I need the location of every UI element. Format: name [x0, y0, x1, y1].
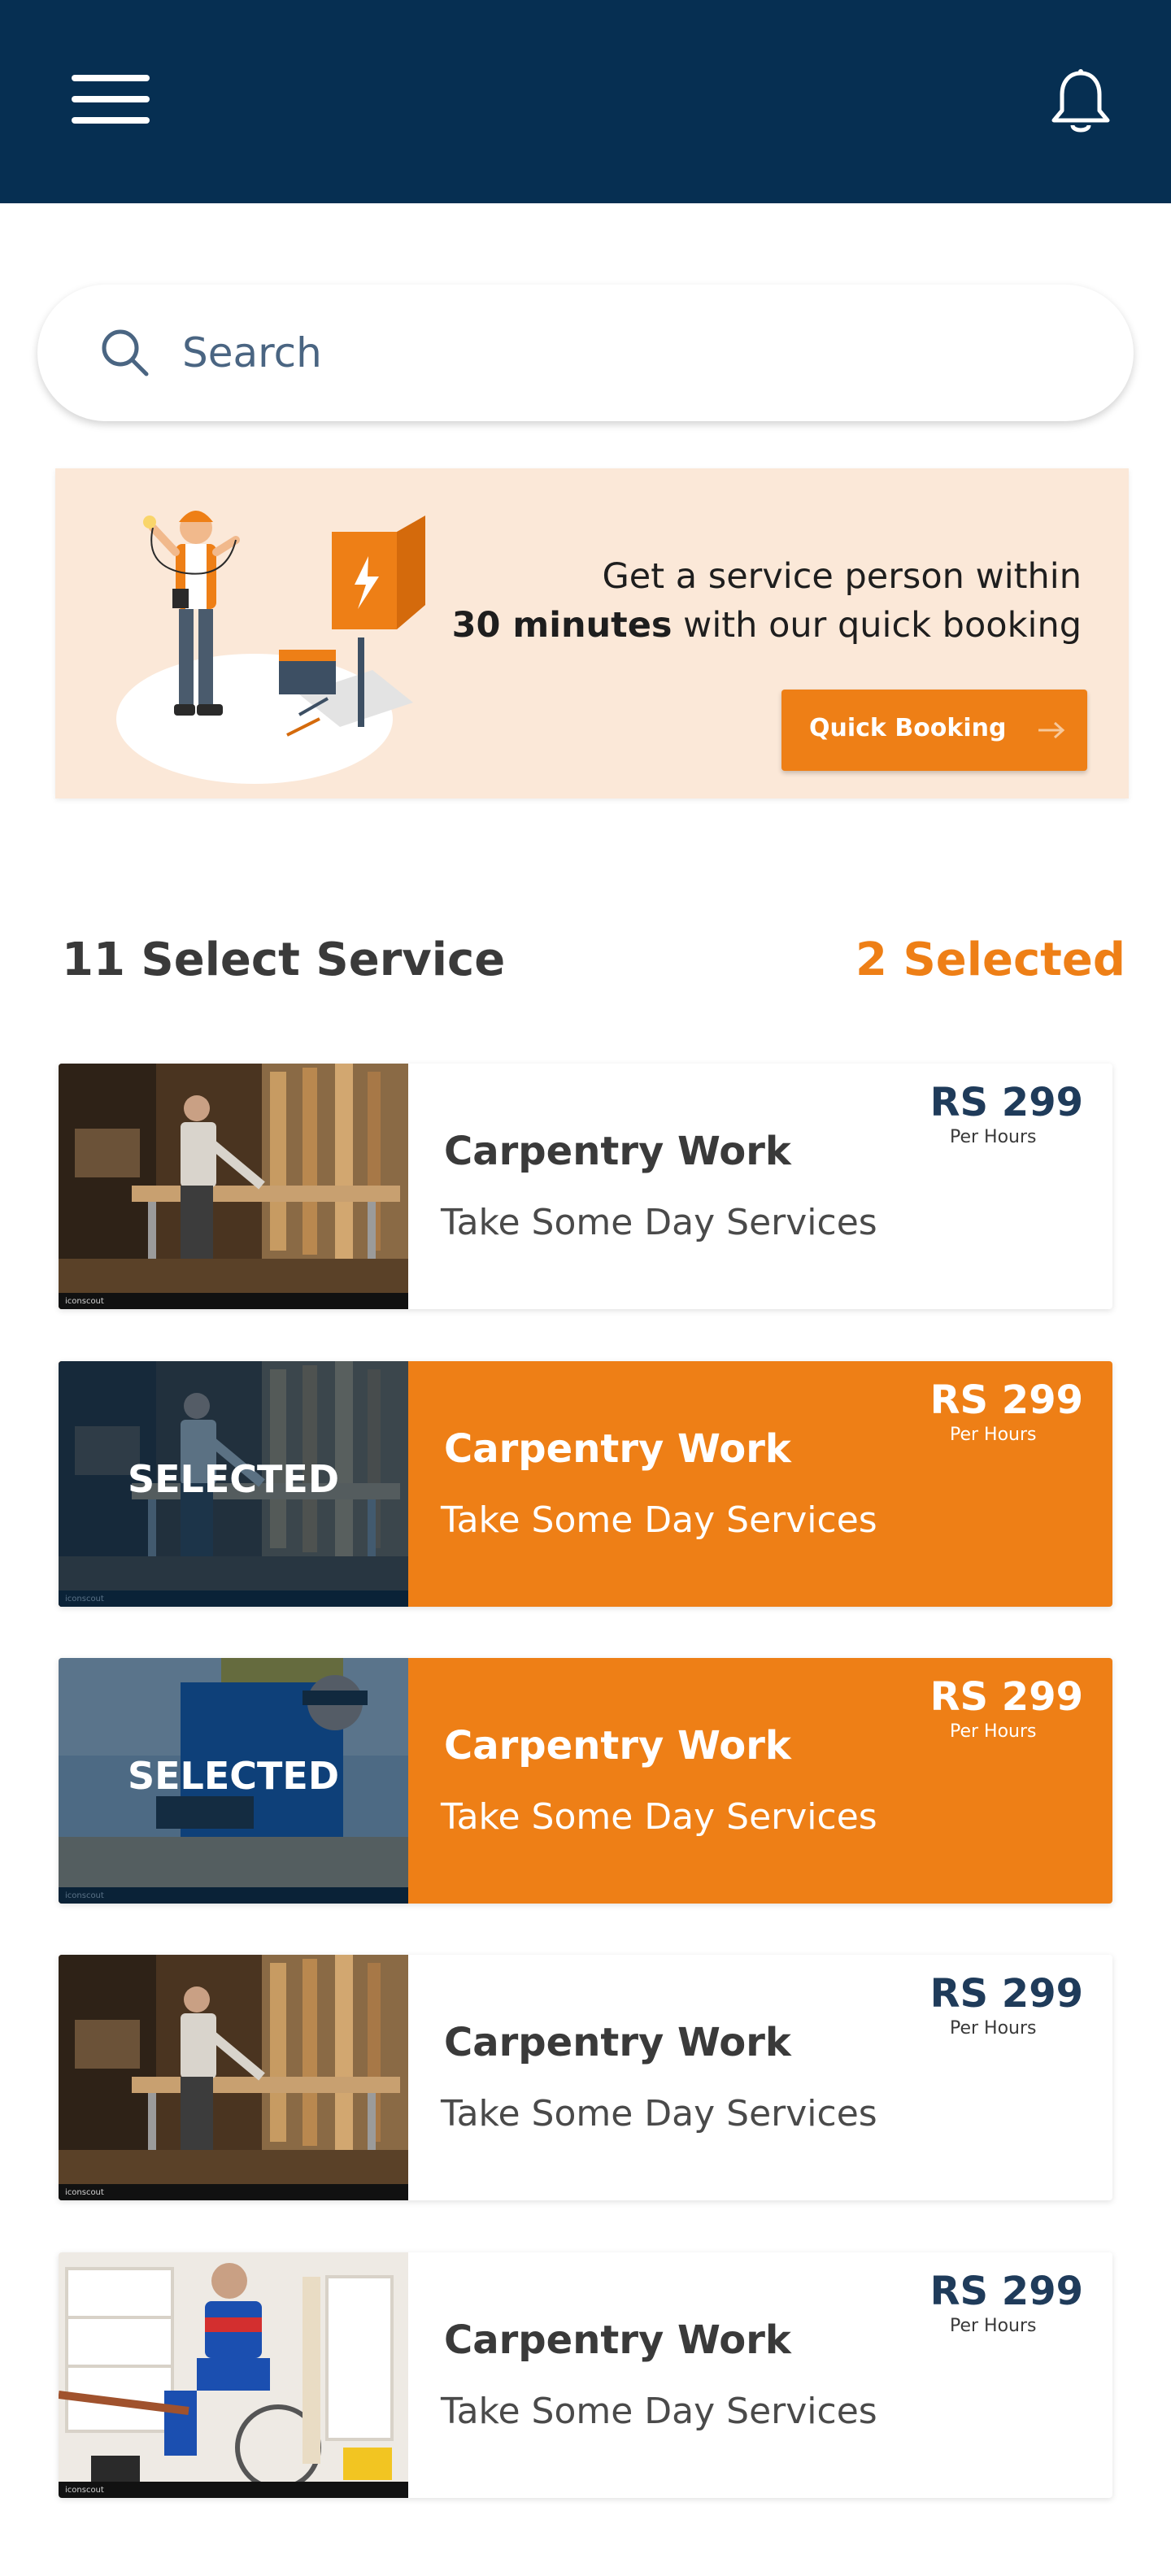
selected-count[interactable]: 2 Selected — [855, 933, 1125, 986]
service-title: Carpentry Work — [444, 2317, 791, 2363]
thumbnail-watermark: iconscout — [65, 1297, 104, 1306]
service-thumbnail: iconscout — [59, 1955, 408, 2200]
service-card[interactable]: iconscoutSELECTED Carpentry Work Take Some… — [59, 1361, 1112, 1607]
price-unit: Per Hours — [950, 1127, 1037, 1147]
service-subtitle: Take Some Day Services — [441, 1796, 877, 1838]
service-title: Carpentry Work — [444, 1426, 791, 1472]
quick-booking-button[interactable]: Quick Booking — [781, 690, 1087, 771]
thumbnail-watermark: iconscout — [65, 2486, 104, 2495]
service-subtitle: Take Some Day Services — [441, 2093, 877, 2134]
electrician-illustration — [104, 483, 462, 792]
quick-booking-label: Quick Booking — [809, 714, 1007, 742]
service-title: Carpentry Work — [444, 2020, 791, 2065]
selected-label: SELECTED — [127, 1457, 340, 1501]
service-card[interactable]: iconscout Carpentry Work Take Some Day Ser… — [59, 1064, 1112, 1309]
quick-booking-banner: Get a service person within 30 minutes w… — [55, 468, 1129, 798]
service-price: RS 299 — [929, 1971, 1083, 2017]
search-icon — [99, 327, 151, 379]
service-subtitle: Take Some Day Services — [441, 1202, 877, 1243]
service-thumbnail: iconscout — [59, 2252, 408, 2498]
banner-line-1: Get a service person within — [602, 556, 1082, 597]
arrow-right-icon — [1037, 719, 1066, 742]
search-input[interactable] — [182, 317, 1077, 389]
service-price: RS 299 — [929, 1674, 1083, 1720]
search-bar[interactable] — [37, 285, 1134, 421]
banner-highlight: 30 minutes — [451, 605, 673, 646]
service-thumbnail: iconscoutSELECTED — [59, 1658, 408, 1904]
service-card[interactable]: iconscout Carpentry Work Take Some Day Ser… — [59, 1955, 1112, 2200]
service-price: RS 299 — [929, 1080, 1083, 1125]
service-title: Carpentry Work — [444, 1129, 791, 1174]
bell-icon[interactable] — [1049, 67, 1112, 137]
service-title: Carpentry Work — [444, 1723, 791, 1769]
price-unit: Per Hours — [950, 2018, 1037, 2039]
service-thumbnail: iconscoutSELECTED — [59, 1361, 408, 1607]
service-subtitle: Take Some Day Services — [441, 1499, 877, 1541]
banner-line-2: 30 minutes with our quick booking — [452, 605, 1082, 646]
service-card[interactable]: iconscout Carpentry Work Take Some Day Ser… — [59, 2252, 1112, 2498]
service-thumbnail: iconscout — [59, 1064, 408, 1309]
service-price: RS 299 — [929, 1377, 1083, 1423]
service-price: RS 299 — [929, 2269, 1083, 2314]
hamburger-menu-icon[interactable] — [72, 75, 150, 124]
price-unit: Per Hours — [950, 1721, 1037, 1742]
service-subtitle: Take Some Day Services — [441, 2391, 877, 2432]
banner-line-2-rest: with our quick booking — [672, 605, 1082, 646]
thumbnail-watermark: iconscout — [65, 2188, 104, 2197]
service-card[interactable]: iconscoutSELECTED Carpentry Work Take Some… — [59, 1658, 1112, 1904]
services-count-title: 11 Select Service — [62, 933, 506, 986]
top-app-bar — [0, 0, 1171, 203]
price-unit: Per Hours — [950, 1425, 1037, 1445]
selected-label: SELECTED — [127, 1754, 340, 1798]
price-unit: Per Hours — [950, 2316, 1037, 2336]
